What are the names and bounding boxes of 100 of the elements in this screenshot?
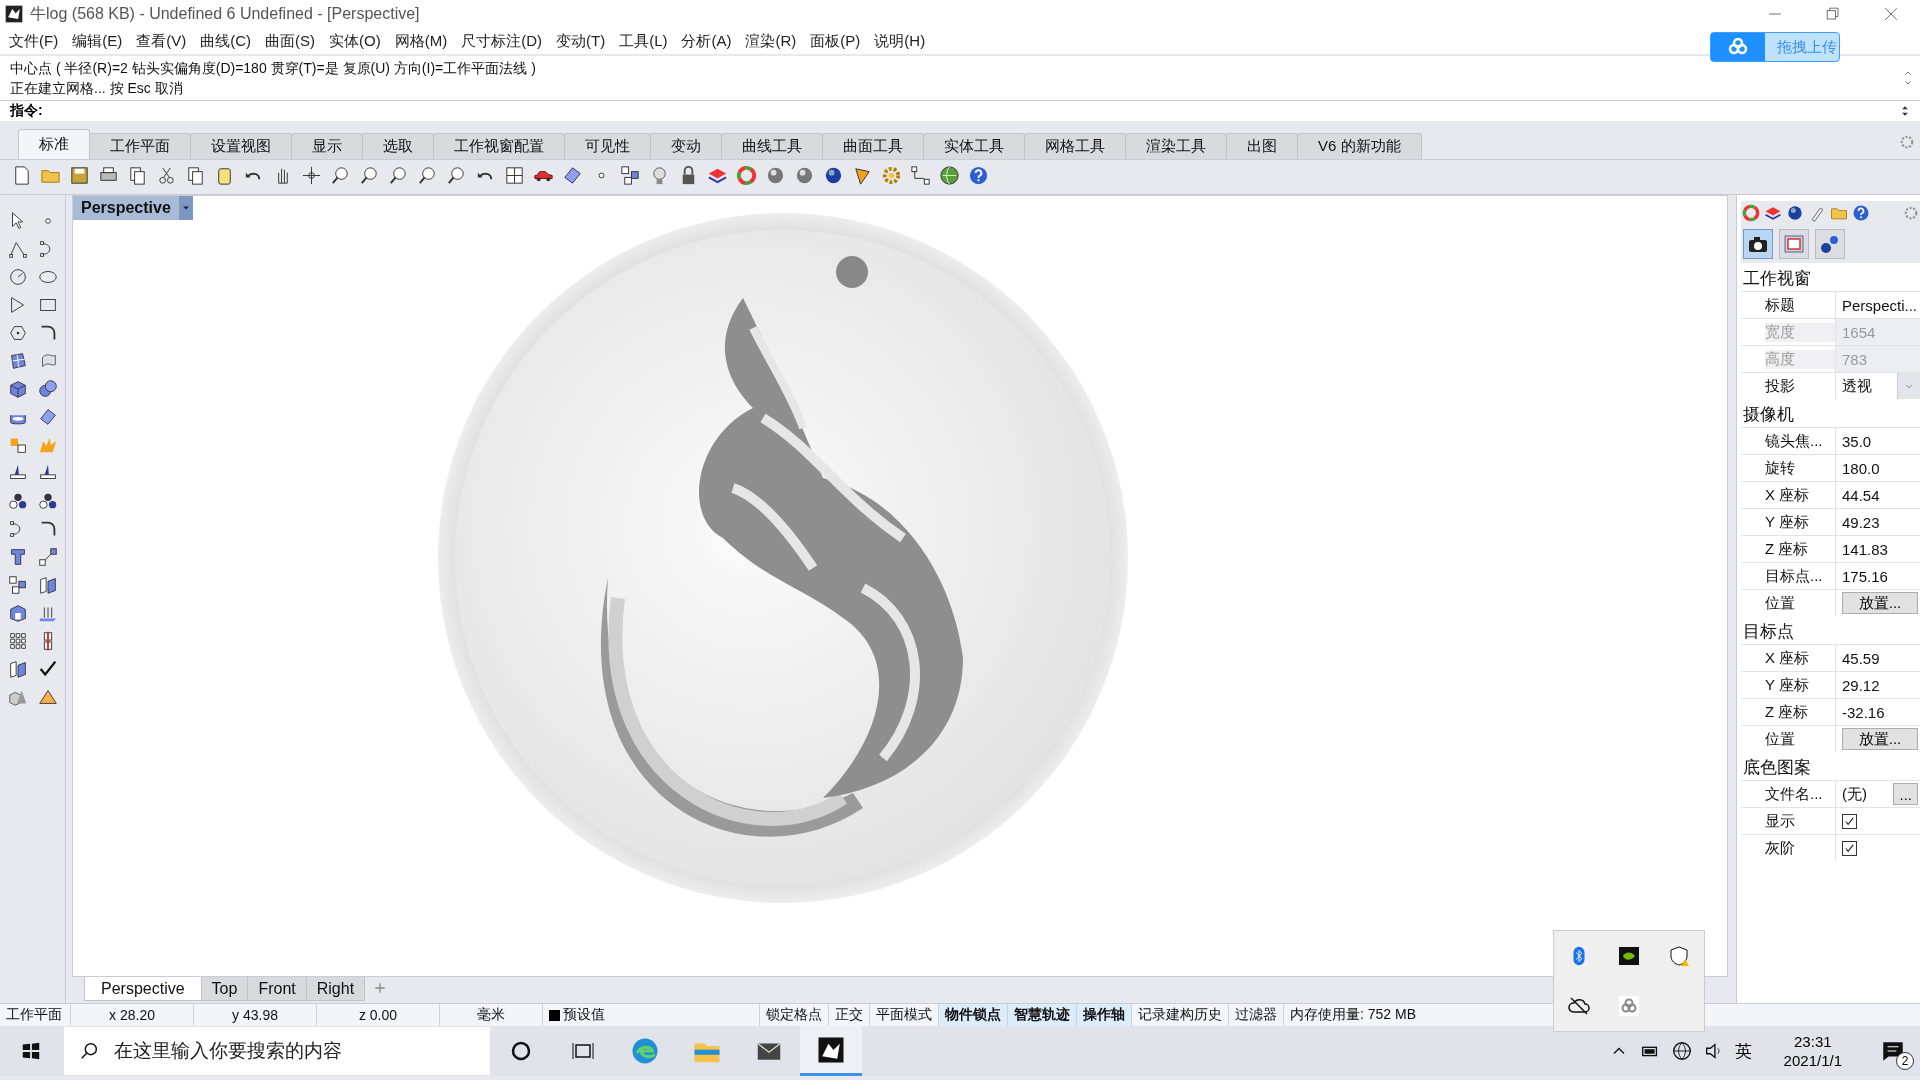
- toolbar-tab[interactable]: 工作视窗配置: [433, 133, 565, 159]
- status-toggle[interactable]: 操作轴: [1077, 1004, 1132, 1026]
- menu-item[interactable]: 曲面(S): [258, 31, 322, 51]
- place-button[interactable]: 放置...: [1842, 592, 1918, 614]
- checkbox[interactable]: [1842, 813, 1857, 829]
- property-label: 投影: [1765, 376, 1796, 396]
- menu-item[interactable]: 实体(O): [322, 31, 388, 51]
- browse-button[interactable]: ...: [1893, 783, 1918, 805]
- grid-array-icon[interactable]: [7, 630, 29, 652]
- property-label: Y 座标: [1765, 512, 1810, 532]
- value-field[interactable]: 175.16: [1835, 563, 1920, 589]
- value-field[interactable]: 44.54: [1835, 482, 1920, 508]
- help-icon[interactable]: [1851, 203, 1871, 223]
- toolbar-tab[interactable]: 出图: [1226, 133, 1298, 159]
- toolbar-tab[interactable]: V6 的新功能: [1297, 133, 1422, 159]
- toolbar-tab[interactable]: 选取: [362, 133, 434, 159]
- toolbar-tab[interactable]: 变动: [650, 133, 722, 159]
- search-field[interactable]: 在这里输入你要搜索的内容: [64, 1027, 490, 1075]
- toolbar-tab[interactable]: 设置视图: [190, 133, 292, 159]
- menu-item[interactable]: 曲线(C): [193, 31, 258, 51]
- viewport-tab[interactable]: Top: [200, 977, 249, 1002]
- status-toggle[interactable]: 智慧轨迹: [1008, 1004, 1077, 1026]
- color-wheel-icon[interactable]: [735, 163, 758, 187]
- viewport-tab[interactable]: Right: [305, 977, 366, 1002]
- value-field[interactable]: 180.0: [1835, 455, 1920, 481]
- cloud-app-icon[interactable]: [1617, 994, 1641, 1018]
- value-field[interactable]: Perspecti...: [1835, 292, 1920, 318]
- section-heading: 摄像机: [1742, 404, 1795, 426]
- toolbar-tab[interactable]: 曲线工具: [721, 133, 823, 159]
- property-label: Y 座标: [1765, 675, 1810, 695]
- frame-icon[interactable]: [1782, 232, 1806, 256]
- windows-start-icon[interactable]: [20, 1040, 42, 1062]
- toolbar-tab[interactable]: 渲染工具: [1125, 133, 1227, 159]
- clock[interactable]: 23:31 2021/1/1: [1783, 1033, 1842, 1069]
- section-heading: 底色图案: [1742, 757, 1812, 779]
- property-label: 镜头焦...: [1765, 431, 1824, 451]
- menu-item[interactable]: 分析(A): [674, 31, 739, 51]
- file-name-value: (无): [1842, 784, 1867, 804]
- input-method-indicator[interactable]: 英: [1734, 1039, 1752, 1063]
- menu-item[interactable]: 工具(L): [612, 31, 675, 51]
- toolbar-tab[interactable]: 工作平面: [89, 133, 191, 159]
- viewport-tab[interactable]: Front: [247, 977, 307, 1002]
- value-field[interactable]: -32.16: [1835, 699, 1920, 725]
- viewport-tab[interactable]: Perspective: [84, 977, 202, 1002]
- place-button[interactable]: 放置...: [1842, 728, 1918, 750]
- toolbar-tab[interactable]: 网格工具: [1024, 133, 1126, 159]
- value-field[interactable]: 35.0: [1835, 428, 1920, 454]
- menu-item[interactable]: 渲染(R): [738, 31, 804, 51]
- value-field[interactable]: 45.59: [1835, 645, 1920, 671]
- toolbar-tab[interactable]: 标准: [18, 129, 90, 159]
- status-toggle[interactable]: 物件锁点: [939, 1004, 1008, 1026]
- menu-item[interactable]: 编辑(E): [65, 31, 130, 51]
- scale-arrow-icon[interactable]: [37, 546, 59, 568]
- property-label: X 座标: [1765, 485, 1811, 505]
- blocks-icon[interactable]: [7, 574, 29, 596]
- checkbox[interactable]: [1842, 840, 1857, 856]
- toolbar-tab[interactable]: 实体工具: [923, 133, 1025, 159]
- layer-swatch-icon: [549, 1009, 560, 1021]
- value-field[interactable]: 29.12: [1835, 672, 1920, 698]
- color-wheel-icon[interactable]: [1741, 203, 1761, 223]
- spheres-icon[interactable]: [37, 378, 59, 400]
- globe-icon[interactable]: [938, 163, 961, 187]
- command-history-line: 正在建立网格... 按 Esc 取消: [10, 79, 184, 98]
- value-field[interactable]: 141.83: [1835, 536, 1920, 562]
- panels-icon[interactable]: [7, 658, 29, 680]
- toolbar-tab[interactable]: 可见性: [564, 133, 651, 159]
- cube-icon[interactable]: [7, 378, 29, 400]
- property-label: 宽度: [1765, 322, 1835, 342]
- panels-icon[interactable]: [37, 574, 59, 596]
- shield-warning-icon[interactable]: [1667, 944, 1691, 968]
- property-label: X 座标: [1765, 648, 1811, 668]
- menu-item[interactable]: 面板(P): [803, 31, 868, 51]
- menu-item[interactable]: 说明(H): [867, 31, 933, 51]
- readonly-value: 1654: [1835, 319, 1920, 345]
- property-label: Z 座标: [1765, 702, 1810, 722]
- menu-item[interactable]: 尺寸标注(D): [454, 31, 549, 51]
- graphics-chip-icon[interactable]: [1617, 944, 1641, 968]
- browser-icon[interactable]: [630, 1036, 660, 1066]
- menu-item[interactable]: 查看(V): [129, 31, 194, 51]
- property-label: 位置: [1765, 593, 1796, 613]
- property-label: 高度: [1765, 349, 1835, 369]
- circle-icon[interactable]: [509, 1039, 533, 1063]
- readonly-value: 783: [1835, 346, 1920, 372]
- property-label: 文件名...: [1765, 784, 1824, 804]
- toolbar-tab[interactable]: 显示: [291, 133, 363, 159]
- section-heading: 工作视窗: [1742, 268, 1812, 290]
- globe-icon[interactable]: [1670, 1040, 1693, 1062]
- command-history-line: 中心点 ( 半径(R)=2 钻头实偏角度(D)=180 贯穿(T)=是 复原(U) 方向(I)=工作平面法线 ): [10, 59, 537, 78]
- connector-icon[interactable]: [909, 163, 932, 187]
- menu-item[interactable]: 网格(M): [387, 31, 455, 51]
- projection-dropdown[interactable]: 透视: [1835, 373, 1920, 399]
- blocks-icon[interactable]: [619, 163, 642, 187]
- box-icon[interactable]: [7, 602, 29, 624]
- menu-item[interactable]: 文件(F): [2, 31, 66, 51]
- value-field[interactable]: 49.23: [1835, 509, 1920, 535]
- menu-item[interactable]: 变动(T): [549, 31, 613, 51]
- sphere-icon[interactable]: [1785, 203, 1805, 223]
- mesh-icon[interactable]: [37, 406, 59, 428]
- toolbar-tab[interactable]: 曲面工具: [822, 133, 924, 159]
- property-label: Z 座标: [1765, 539, 1810, 559]
